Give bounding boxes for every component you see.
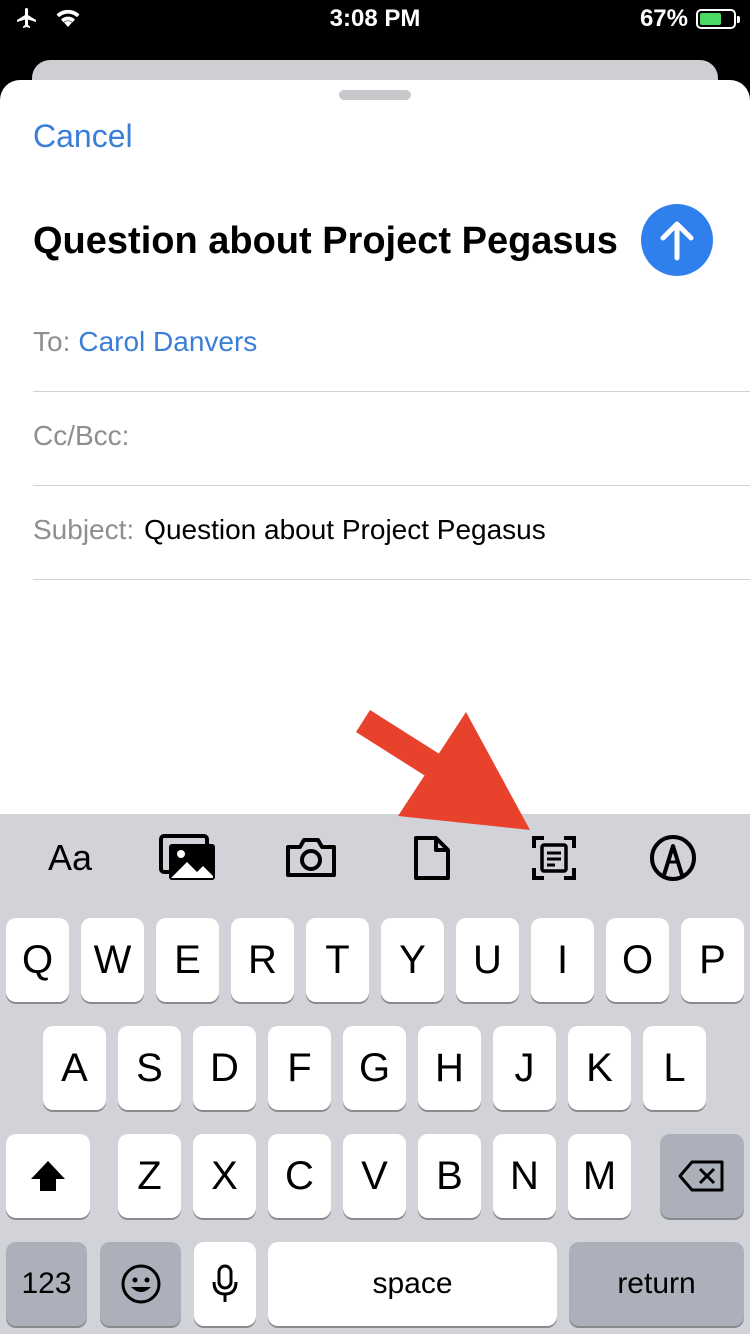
sheet-grabber[interactable] xyxy=(339,90,411,100)
send-button[interactable] xyxy=(641,204,713,276)
divider xyxy=(33,485,750,486)
key-v[interactable]: V xyxy=(343,1134,406,1218)
recipient-token[interactable]: Carol Danvers xyxy=(78,326,257,357)
shift-icon xyxy=(31,1161,65,1191)
delete-key[interactable] xyxy=(660,1134,744,1218)
status-time: 3:08 PM xyxy=(329,5,421,32)
key-a[interactable]: A xyxy=(43,1026,106,1110)
subject-field[interactable]: Subject: Question about Project Pegasus xyxy=(33,514,750,546)
cc-bcc-field[interactable]: Cc/Bcc: xyxy=(33,420,750,452)
key-y[interactable]: Y xyxy=(381,918,444,1002)
subject-label: Subject: xyxy=(33,514,135,545)
message-title: Question about Project Pegasus xyxy=(33,220,618,262)
divider xyxy=(33,579,750,580)
markup-icon[interactable] xyxy=(643,832,703,884)
dictation-key[interactable] xyxy=(194,1242,256,1326)
key-t[interactable]: T xyxy=(306,918,369,1002)
status-bar: 3:08 PM 67% xyxy=(0,0,750,40)
key-i[interactable]: I xyxy=(531,918,594,1002)
key-s[interactable]: S xyxy=(118,1026,181,1110)
emoji-key[interactable] xyxy=(100,1242,181,1326)
key-g[interactable]: G xyxy=(343,1026,406,1110)
format-toolbar: Aa xyxy=(0,814,750,902)
cancel-button[interactable]: Cancel xyxy=(33,118,133,155)
battery-icon xyxy=(696,9,740,29)
key-z[interactable]: Z xyxy=(118,1134,181,1218)
battery-fill xyxy=(700,13,722,25)
to-label: To: xyxy=(33,326,71,357)
divider xyxy=(33,391,750,392)
format-text-button[interactable]: Aa xyxy=(40,832,100,884)
return-key[interactable]: return xyxy=(569,1242,744,1326)
key-p[interactable]: P xyxy=(681,918,744,1002)
scan-document-icon[interactable] xyxy=(524,832,584,884)
key-k[interactable]: K xyxy=(568,1026,631,1110)
photo-library-icon[interactable] xyxy=(158,832,218,884)
key-q[interactable]: Q xyxy=(6,918,69,1002)
cc-bcc-label: Cc/Bcc: xyxy=(33,420,130,451)
key-o[interactable]: O xyxy=(606,918,669,1002)
camera-icon[interactable] xyxy=(281,832,341,884)
key-r[interactable]: R xyxy=(231,918,294,1002)
key-b[interactable]: B xyxy=(418,1134,481,1218)
numbers-key[interactable]: 123 xyxy=(6,1242,87,1326)
to-field[interactable]: To: Carol Danvers xyxy=(33,326,750,358)
key-u[interactable]: U xyxy=(456,918,519,1002)
status-right: 67% xyxy=(639,5,740,33)
delete-icon xyxy=(678,1160,724,1192)
key-n[interactable]: N xyxy=(493,1134,556,1218)
key-j[interactable]: J xyxy=(493,1026,556,1110)
arrow-up-icon xyxy=(660,221,694,261)
document-icon[interactable] xyxy=(402,832,462,884)
key-h[interactable]: H xyxy=(418,1026,481,1110)
microphone-icon xyxy=(212,1264,238,1302)
subject-value[interactable]: Question about Project Pegasus xyxy=(144,514,546,545)
key-f[interactable]: F xyxy=(268,1026,331,1110)
key-w[interactable]: W xyxy=(81,918,144,1002)
keyboard: Aa Q W E R T Y U I O P A S D F G H J K L… xyxy=(0,814,750,1334)
battery-percent: 67% xyxy=(639,5,688,32)
key-d[interactable]: D xyxy=(193,1026,256,1110)
key-e[interactable]: E xyxy=(156,918,219,1002)
shift-key[interactable] xyxy=(6,1134,90,1218)
emoji-icon xyxy=(121,1264,160,1304)
key-l[interactable]: L xyxy=(643,1026,706,1110)
key-c[interactable]: C xyxy=(268,1134,331,1218)
key-m[interactable]: M xyxy=(568,1134,631,1218)
space-key[interactable]: space xyxy=(268,1242,557,1326)
key-x[interactable]: X xyxy=(193,1134,256,1218)
